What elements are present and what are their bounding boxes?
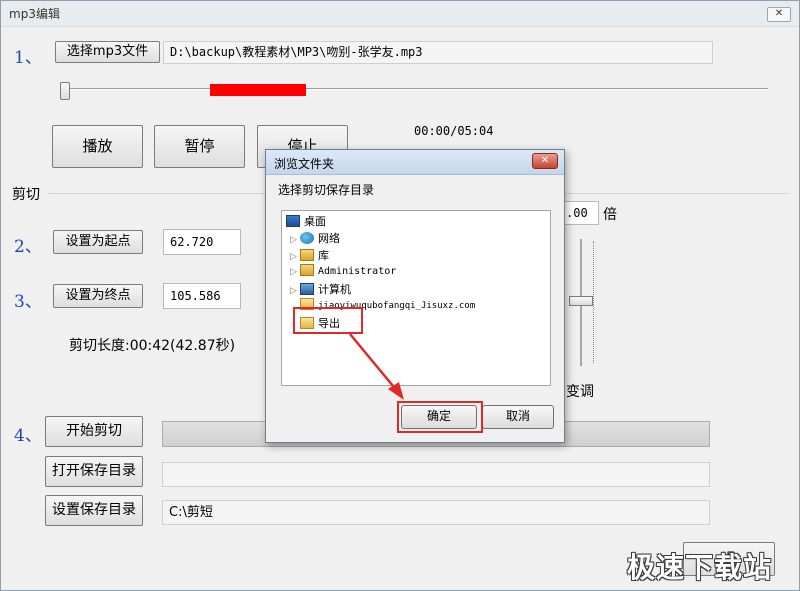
start-time-field[interactable]: 62.720 <box>163 229 241 255</box>
expand-arrow-icon[interactable]: ▷ <box>290 235 300 245</box>
speed-field[interactable]: .00 <box>563 201 599 225</box>
step-2-label: 2、 <box>14 237 42 257</box>
cancel-button[interactable]: 取消 <box>482 405 554 429</box>
tree-label: 计算机 <box>318 283 351 296</box>
network-icon <box>300 232 314 244</box>
cut-length-label: 剪切长度:00:42(42.87秒) <box>69 338 236 354</box>
computer-icon <box>300 283 314 295</box>
highlight-box-ok <box>397 401 483 433</box>
tree-node-desktop[interactable]: 桌面 <box>286 213 326 229</box>
watermark-logo: 极速下载站 <box>627 551 773 584</box>
speed-unit-label: 倍 <box>603 207 617 223</box>
expand-arrow-icon[interactable]: ▷ <box>290 286 300 296</box>
library-icon <box>300 249 314 261</box>
save-dir-field[interactable]: C:\剪短 <box>162 500 710 525</box>
window-title: mp3编辑 <box>9 7 60 21</box>
set-save-dir-button[interactable]: 设置保存目录 <box>45 495 143 526</box>
play-button[interactable]: 播放 <box>52 125 143 168</box>
file-path-field[interactable]: D:\backup\教程素材\MP3\吻别-张学友.mp3 <box>163 41 713 64</box>
step-3-label: 3、 <box>14 292 42 312</box>
expand-arrow-icon[interactable]: ▷ <box>290 252 300 262</box>
choose-mp3-button[interactable]: 选择mp3文件 <box>55 41 160 63</box>
pitch-slider[interactable] <box>566 239 596 366</box>
slider-track <box>64 88 768 90</box>
open-save-dir-button[interactable]: 打开保存目录 <box>45 456 143 487</box>
seek-slider[interactable] <box>58 81 768 101</box>
tree-node-library[interactable]: ▷ 库 <box>290 247 329 263</box>
title-bar: mp3编辑 ✕ <box>1 1 799 27</box>
close-icon: ✕ <box>774 8 784 19</box>
close-icon: ✕ <box>540 155 550 166</box>
tree-label: 桌面 <box>304 215 326 228</box>
expand-arrow-icon[interactable]: ▷ <box>290 267 300 277</box>
step-1-label: 1、 <box>14 48 42 68</box>
tree-node-administrator[interactable]: ▷ Administrator <box>290 264 396 280</box>
user-folder-icon <box>300 264 314 276</box>
browse-folder-dialog: 浏览文件夹 ✕ 选择剪切保存目录 桌面 ▷ 网络 ▷ 库 ▷ Administrato… <box>265 149 565 443</box>
desktop-icon <box>286 215 300 227</box>
pitch-label: 变调 <box>566 384 594 400</box>
step-4-label: 4、 <box>14 426 42 446</box>
end-time-field[interactable]: 105.586 <box>163 283 241 309</box>
highlight-box-export <box>293 307 363 334</box>
set-end-button[interactable]: 设置为终点 <box>53 284 143 308</box>
cut-section-label: 剪切 <box>12 187 40 203</box>
tree-node-computer[interactable]: ▷ 计算机 <box>290 281 351 297</box>
selection-range <box>210 84 307 96</box>
close-window-button[interactable]: ✕ <box>767 7 791 22</box>
set-start-button[interactable]: 设置为起点 <box>53 230 143 254</box>
pitch-slider-thumb[interactable] <box>569 296 593 306</box>
dialog-title-bar: 浏览文件夹 ✕ <box>266 150 564 175</box>
pause-button[interactable]: 暂停 <box>154 125 245 168</box>
dialog-close-button[interactable]: ✕ <box>532 153 558 169</box>
tree-label: 库 <box>318 249 329 262</box>
tree-node-network[interactable]: ▷ 网络 <box>290 230 340 246</box>
dialog-title: 浏览文件夹 <box>274 157 335 171</box>
start-cut-button[interactable]: 开始剪切 <box>45 416 143 447</box>
tree-label: 网络 <box>318 232 340 245</box>
time-display: 00:00/05:04 <box>414 124 494 138</box>
slider-thumb[interactable] <box>60 82 70 100</box>
tree-label: Administrator <box>318 266 397 277</box>
folder-tree[interactable]: 桌面 ▷ 网络 ▷ 库 ▷ Administrator ▷ 计算机 jiaoyiwuqu… <box>281 210 551 386</box>
open-dir-field <box>162 462 710 487</box>
dialog-description: 选择剪切保存目录 <box>278 183 375 197</box>
